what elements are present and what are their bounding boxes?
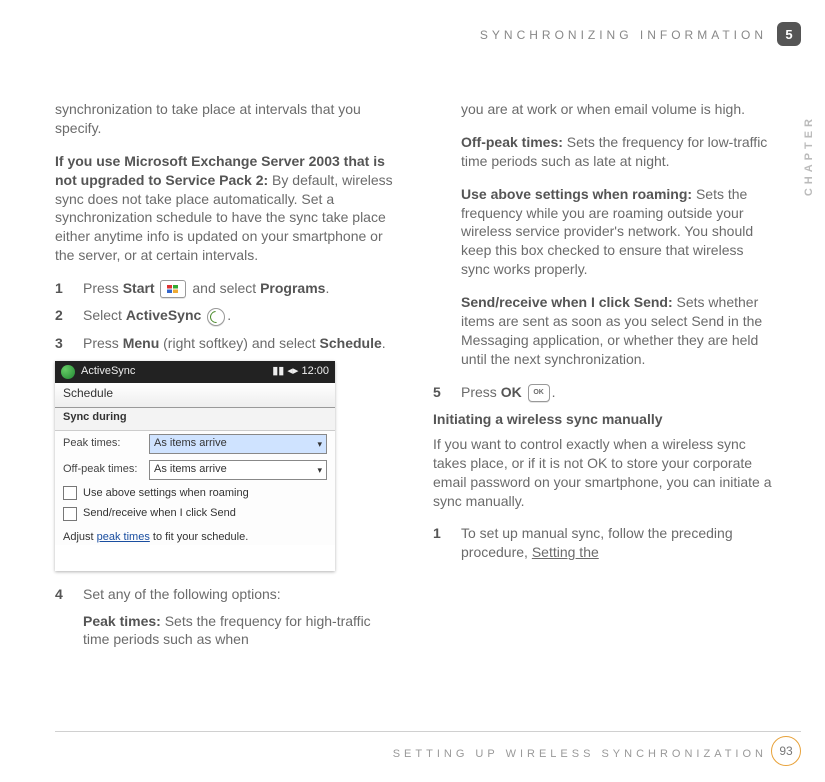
option-description: Peak times: Sets the frequency for high-… — [83, 612, 397, 650]
screenshot-footer: Adjust peak times to fit your schedule. — [55, 524, 335, 545]
field-label: Peak times: — [63, 436, 143, 451]
text-run: Press — [83, 280, 123, 296]
text-run: . — [552, 384, 556, 400]
cross-reference-link[interactable]: Setting the — [532, 544, 599, 560]
ok-key-icon: OK — [528, 384, 550, 402]
peak-times-select[interactable]: As items arrive ▾ — [149, 434, 327, 454]
footer-divider — [55, 731, 801, 732]
body-text: synchronization to take place at interva… — [55, 100, 397, 138]
body-text: If you want to control exactly when a wi… — [433, 435, 775, 511]
option-description: Send/receive when I click Send: Sets whe… — [461, 293, 775, 369]
screenshot-row-sendreceive: Send/receive when I click Send — [55, 503, 335, 524]
peak-times-link[interactable]: peak times — [97, 531, 150, 543]
footer-title: SETTING UP WIRELESS SYNCHRONIZATION — [393, 748, 767, 760]
step-number: 5 — [433, 383, 447, 402]
text-run: and select — [192, 280, 260, 296]
bold-run: ActiveSync — [126, 307, 201, 323]
text-run: Press — [83, 335, 123, 351]
bold-run: Use above settings when roaming: — [461, 186, 692, 202]
sendreceive-checkbox[interactable] — [63, 507, 77, 521]
step: 3 Press Menu (right softkey) and select … — [55, 334, 397, 353]
checkbox-label: Send/receive when I click Send — [83, 506, 236, 521]
step-body: Press Start and select Programs. — [83, 279, 397, 298]
select-value: As items arrive — [154, 462, 227, 477]
checkbox-label: Use above settings when roaming — [83, 486, 249, 501]
app-icon — [61, 365, 75, 379]
step: 1 To set up manual sync, follow the prec… — [433, 524, 775, 562]
step-body: To set up manual sync, follow the preced… — [461, 524, 775, 562]
bold-run: OK — [501, 384, 522, 400]
text-run: Select — [83, 307, 126, 323]
header-title: SYNCHRONIZING INFORMATION — [480, 28, 767, 42]
chevron-down-icon: ▾ — [317, 438, 322, 450]
step-body: Select ActiveSync . — [83, 306, 397, 325]
text-run: Adjust — [63, 531, 97, 543]
step-number: 1 — [433, 524, 447, 562]
option-description: Use above settings when roaming: Sets th… — [461, 185, 775, 279]
windows-start-icon — [160, 280, 186, 298]
select-value: As items arrive — [154, 436, 227, 451]
chapter-number-badge: 5 — [777, 22, 801, 46]
option-description: Off-peak times: Sets the frequency for l… — [461, 133, 775, 171]
text-run: (right softkey) and select — [159, 335, 319, 351]
bold-run: Off-peak times: — [461, 134, 563, 150]
text-run: . — [382, 335, 386, 351]
screenshot-row-roaming: Use above settings when roaming — [55, 483, 335, 504]
text-run: . — [227, 307, 231, 323]
section-subheading: Initiating a wireless sync manually — [433, 410, 775, 429]
chevron-down-icon: ▾ — [317, 464, 322, 476]
step-number: 1 — [55, 279, 69, 298]
content: synchronization to take place at interva… — [55, 100, 775, 657]
text-run: . — [325, 280, 329, 296]
bold-run: Peak times: — [83, 613, 161, 629]
offpeak-times-select[interactable]: As items arrive ▾ — [149, 460, 327, 480]
screenshot-section-label: Sync during — [55, 408, 335, 431]
step-body: Set any of the following options: Peak t… — [83, 585, 397, 650]
status-icons: ▮▮ ◂▸ 12:00 — [272, 364, 329, 379]
roaming-checkbox[interactable] — [63, 486, 77, 500]
bold-run: Programs — [260, 280, 325, 296]
bold-run: Send/receive when I click Send: — [461, 294, 673, 310]
step: 1 Press Start and select Programs. — [55, 279, 397, 298]
step: 4 Set any of the following options: Peak… — [55, 585, 397, 650]
screenshot-row-offpeak: Off-peak times: As items arrive ▾ — [55, 457, 335, 483]
screenshot-body: Schedule Sync during Peak times: As item… — [55, 383, 335, 546]
step-number: 4 — [55, 585, 69, 650]
app-name: ActiveSync — [81, 364, 266, 379]
text-run: Set any of the following options: — [83, 585, 397, 604]
screenshot-titlebar: ActiveSync ▮▮ ◂▸ 12:00 — [55, 361, 335, 383]
screenshot-row-peak: Peak times: As items arrive ▾ — [55, 431, 335, 457]
step-body: Press OK OK. — [461, 383, 775, 402]
step-number: 2 — [55, 306, 69, 325]
text-run: to fit your schedule. — [150, 531, 248, 543]
step: 2 Select ActiveSync . — [55, 306, 397, 325]
step: 5 Press OK OK. — [433, 383, 775, 402]
step-body: Press Menu (right softkey) and select Sc… — [83, 334, 397, 353]
page-number-badge: 93 — [771, 736, 801, 766]
body-text: If you use Microsoft Exchange Server 200… — [55, 152, 397, 265]
chapter-side-label: CHAPTER — [803, 115, 815, 196]
body-text: you are at work or when email volume is … — [461, 100, 775, 119]
screenshot-tab: Schedule — [55, 383, 335, 408]
activesync-icon — [207, 308, 225, 326]
bold-run: Schedule — [320, 335, 382, 351]
bold-run: Menu — [123, 335, 160, 351]
text-run: Press — [461, 384, 501, 400]
left-column: synchronization to take place at interva… — [55, 100, 397, 657]
right-column: you are at work or when email volume is … — [433, 100, 775, 657]
step-number: 3 — [55, 334, 69, 353]
field-label: Off-peak times: — [63, 462, 143, 477]
bold-run: Start — [123, 280, 155, 296]
smartphone-screenshot: ActiveSync ▮▮ ◂▸ 12:00 Schedule Sync dur… — [55, 361, 335, 571]
